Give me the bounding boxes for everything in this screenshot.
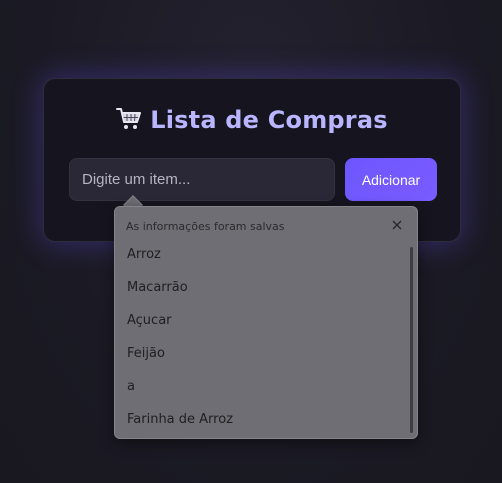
autocomplete-item[interactable]: Feijão xyxy=(115,345,407,378)
autocomplete-item[interactable]: a xyxy=(115,378,407,411)
autocomplete-list: Arroz Macarrão Açucar Feijão a Farinha d… xyxy=(115,245,407,430)
autocomplete-item[interactable]: Açucar xyxy=(115,312,407,345)
autocomplete-item[interactable]: Arroz xyxy=(115,246,407,279)
autocomplete-item[interactable]: Macarrão xyxy=(115,279,407,312)
mouse-pointer-icon xyxy=(451,478,459,483)
popup-header-text: As informações foram salvas xyxy=(126,220,285,233)
autocomplete-item[interactable]: Farinha de Arroz xyxy=(115,411,407,430)
item-input[interactable] xyxy=(69,158,335,201)
autocomplete-popup: As informações foram salvas Arroz Macarr… xyxy=(114,206,418,439)
popup-header: As informações foram salvas xyxy=(115,207,417,245)
close-icon[interactable] xyxy=(390,218,404,232)
shopping-cart-icon xyxy=(116,107,142,137)
page-title: Lista de Compras xyxy=(44,106,460,137)
add-item-button[interactable]: Adicionar xyxy=(345,158,437,201)
popup-scrollbar[interactable] xyxy=(410,247,413,433)
page-title-text: Lista de Compras xyxy=(150,106,388,134)
